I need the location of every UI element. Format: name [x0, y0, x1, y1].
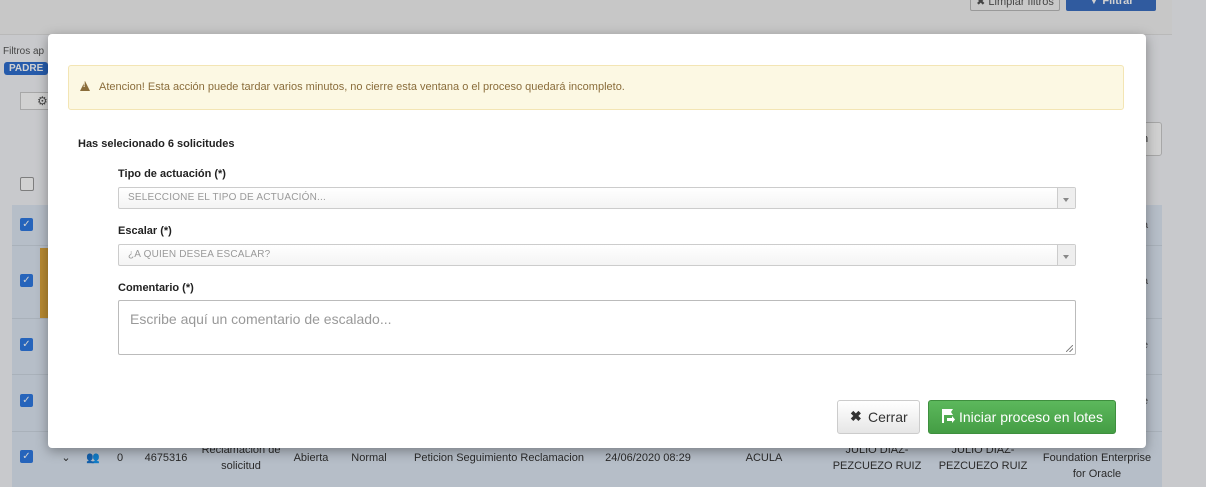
close-x-icon: ✖	[850, 408, 862, 424]
flag-process-icon	[942, 409, 955, 423]
warning-alert: Atencion! Esta acción puede tardar vario…	[68, 65, 1124, 110]
comentario-textarea[interactable]: Escribe aquí un comentario de escalado..…	[118, 300, 1076, 355]
tipo-actuacion-select[interactable]: SELECCIONE EL TIPO DE ACTUACIÓN...	[118, 187, 1076, 209]
escalar-label: Escalar (*)	[118, 225, 172, 237]
tipo-actuacion-label: Tipo de actuación (*)	[118, 168, 226, 180]
escalation-modal: Atencion! Esta acción puede tardar vario…	[48, 34, 1146, 448]
selection-count-text: Has selecionado 6 solicitudes	[78, 138, 235, 150]
cerrar-button-label: Cerrar	[868, 409, 908, 425]
comentario-label: Comentario (*)	[118, 282, 194, 294]
resize-handle-icon[interactable]	[1066, 345, 1073, 352]
tipo-actuacion-placeholder: SELECCIONE EL TIPO DE ACTUACIÓN...	[128, 192, 326, 203]
chevron-down-icon[interactable]	[1057, 245, 1075, 265]
escalar-placeholder: ¿A QUIEN DESEA ESCALAR?	[128, 249, 271, 260]
cerrar-button[interactable]: ✖ Cerrar	[837, 400, 920, 434]
escalar-select[interactable]: ¿A QUIEN DESEA ESCALAR?	[118, 244, 1076, 266]
iniciar-proceso-button[interactable]: Iniciar proceso en lotes	[928, 400, 1116, 434]
warning-triangle-icon	[80, 81, 90, 91]
warning-alert-text: Atencion! Esta acción puede tardar vario…	[99, 81, 625, 93]
iniciar-proceso-button-label: Iniciar proceso en lotes	[959, 409, 1103, 425]
chevron-down-icon[interactable]	[1057, 188, 1075, 208]
comentario-placeholder: Escribe aquí un comentario de escalado..…	[130, 311, 392, 327]
